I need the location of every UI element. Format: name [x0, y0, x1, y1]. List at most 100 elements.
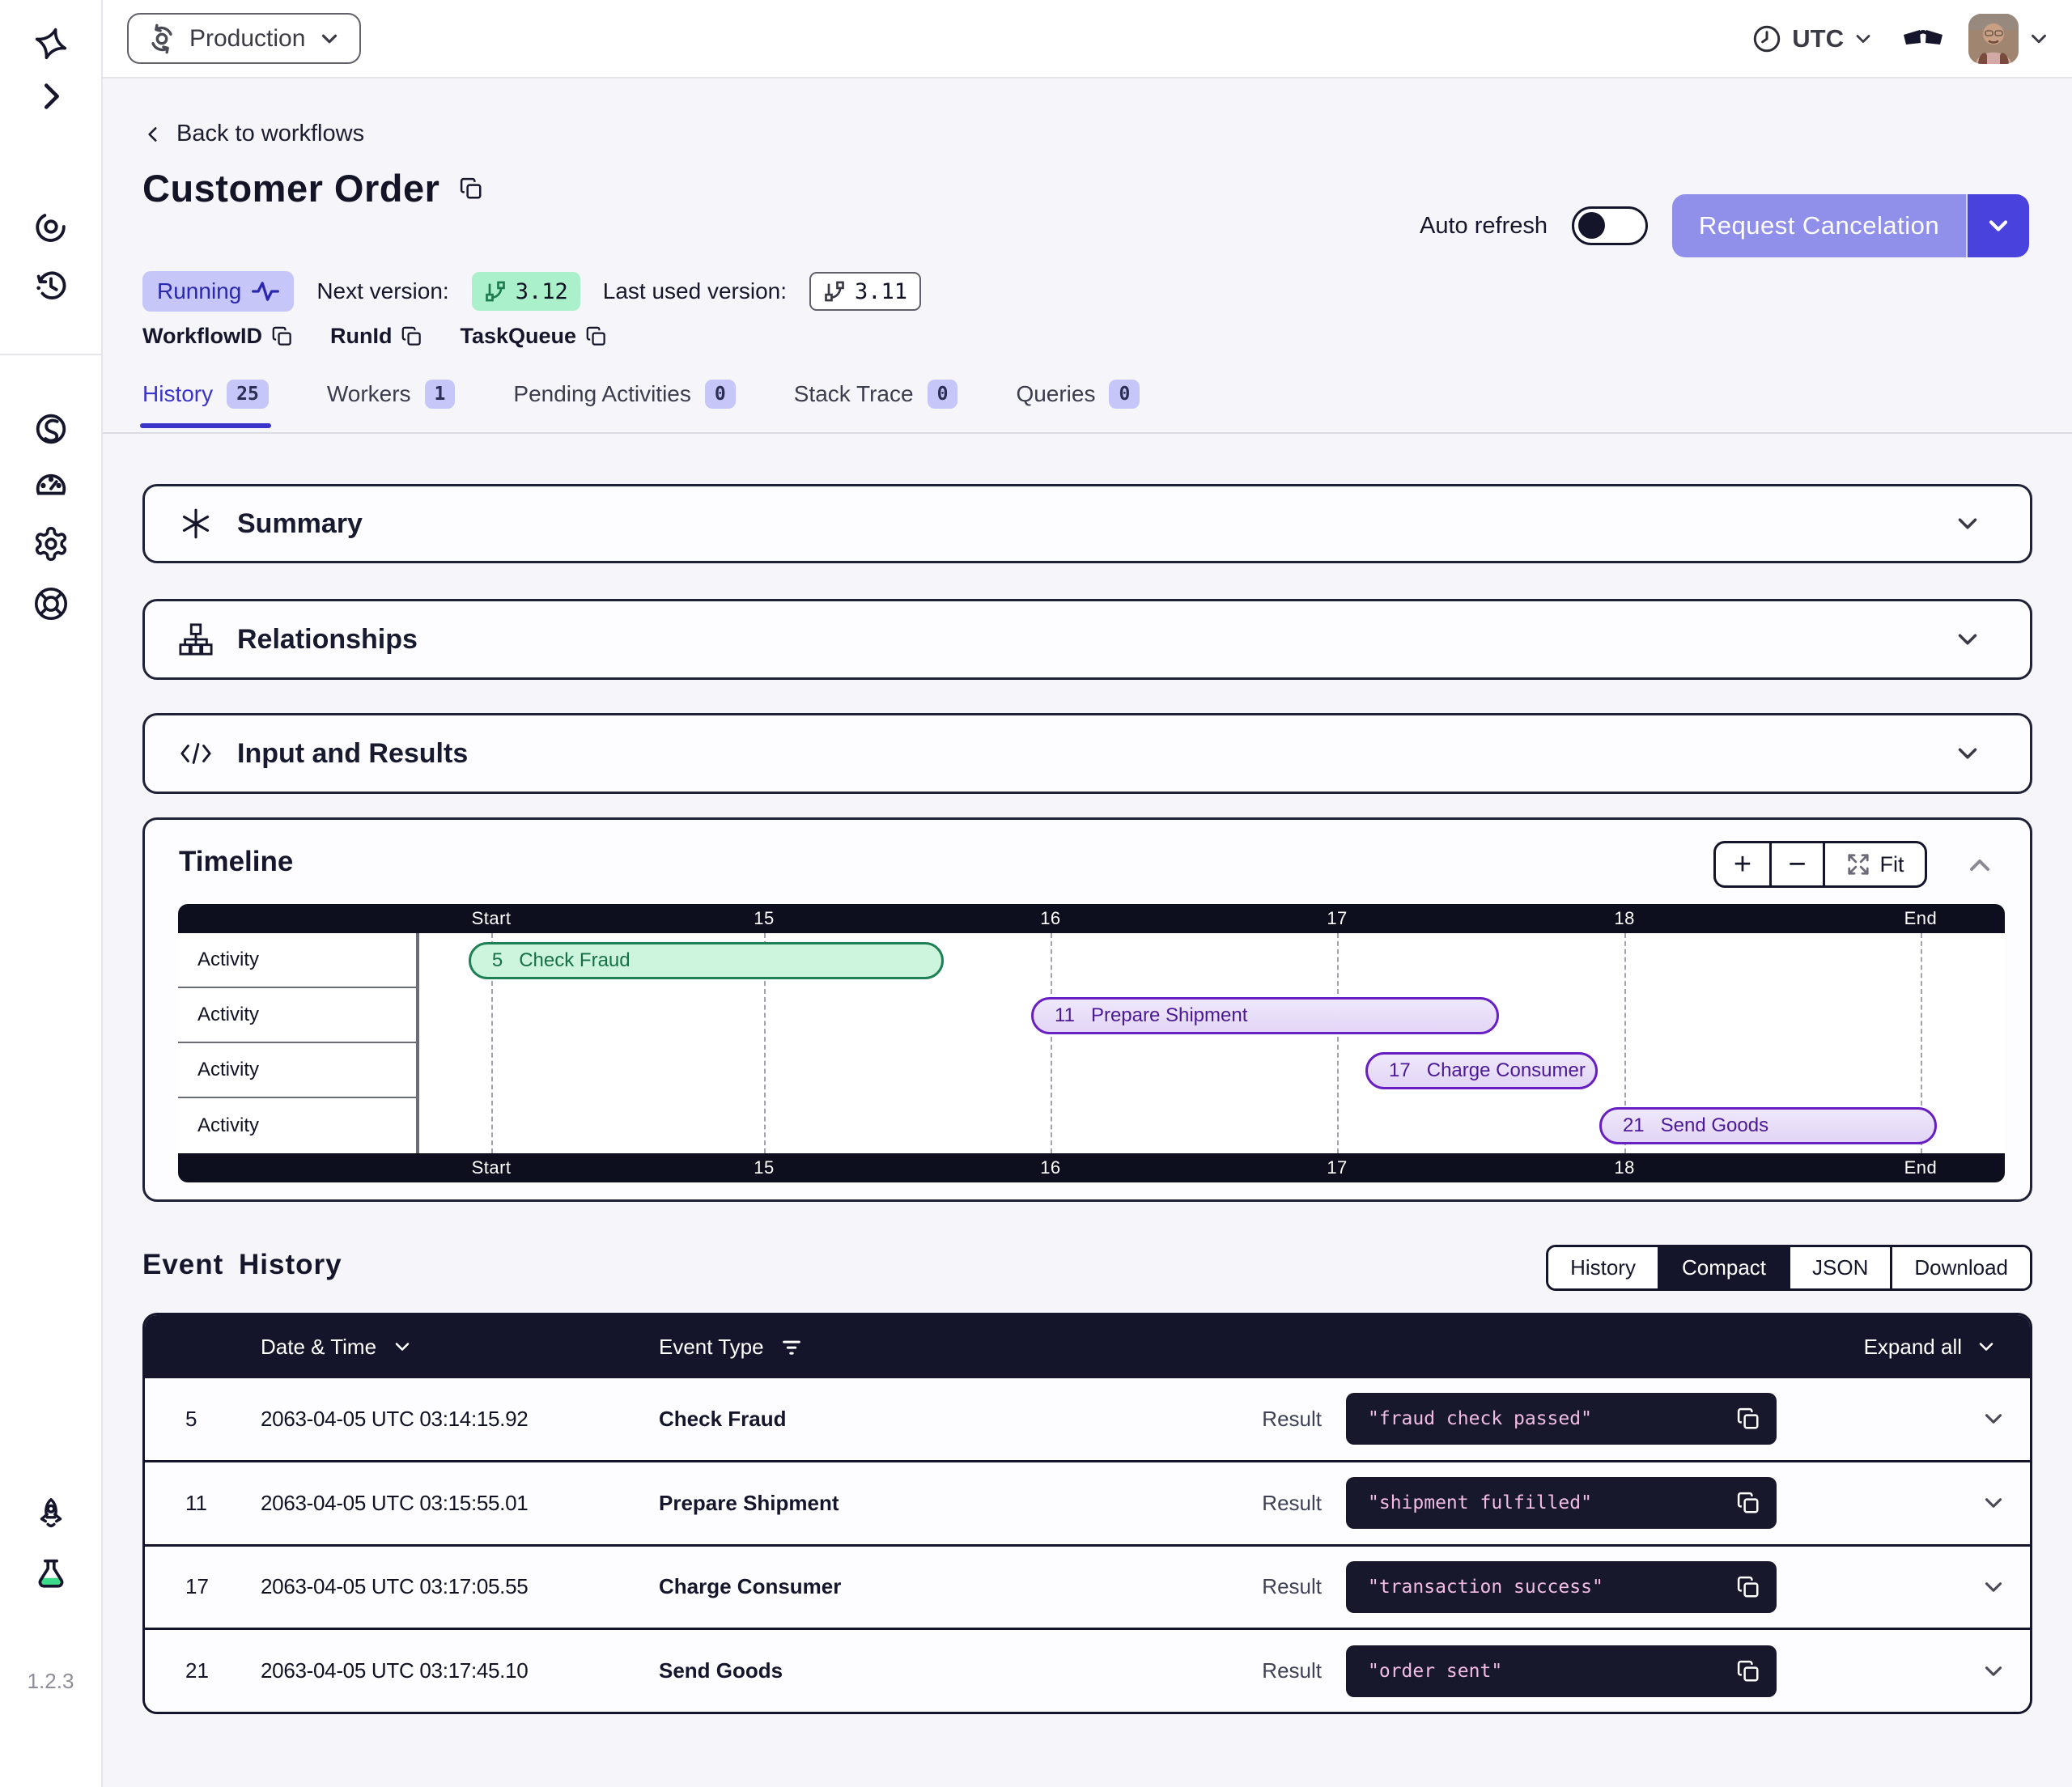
copy-run-id-icon[interactable]	[401, 325, 422, 347]
result-value-pill[interactable]: "transaction success"	[1346, 1561, 1777, 1613]
last-used-version-badge: 3.11	[809, 272, 921, 311]
column-date-time[interactable]: Date & Time	[261, 1335, 659, 1360]
copy-title-icon[interactable]	[459, 176, 483, 201]
copy-task-queue-icon[interactable]	[585, 325, 607, 347]
run-id-chip: RunId	[330, 324, 422, 349]
expand-all-button[interactable]: Expand all	[1864, 1335, 1998, 1360]
back-to-workflows-link[interactable]: Back to workflows	[142, 121, 364, 147]
relationships-section-card[interactable]: Relationships	[142, 599, 2032, 680]
account-chevron-icon[interactable]	[2027, 27, 2051, 51]
download-button[interactable]: Download	[1890, 1247, 2030, 1288]
chevron-down-icon[interactable]	[1952, 738, 1983, 769]
zoom-out-button[interactable]: −	[1769, 843, 1823, 885]
result-value-pill[interactable]: "order sent"	[1346, 1645, 1777, 1697]
timeline-row-label: Activity	[178, 1043, 416, 1098]
view-compact-button[interactable]: Compact	[1658, 1247, 1788, 1288]
back-link-label: Back to workflows	[176, 121, 364, 147]
result-value-pill[interactable]: "fraud check passed"	[1346, 1393, 1777, 1445]
asterisk-icon	[179, 507, 213, 541]
input-results-section-card[interactable]: Input and Results	[142, 713, 2032, 794]
tab-count-badge: 25	[227, 380, 269, 409]
labs-flask-icon[interactable]	[32, 1555, 70, 1592]
chevron-down-icon[interactable]	[1952, 508, 1983, 539]
bar-label: Check Fraud	[519, 949, 630, 972]
task-queue-label: TaskQueue	[460, 324, 576, 349]
chevron-down-icon[interactable]	[1952, 624, 1983, 655]
copy-workflow-id-icon[interactable]	[271, 325, 293, 347]
timezone-label[interactable]: UTC	[1792, 24, 1844, 53]
filter-icon[interactable]	[780, 1335, 803, 1358]
summary-section-card[interactable]: Summary	[142, 484, 2032, 563]
workflow-id-chips: WorkflowID RunId TaskQueue	[142, 324, 607, 349]
timeline-bar-prepare-shipment[interactable]: 11 Prepare Shipment	[1031, 997, 1499, 1034]
bar-event-id: 17	[1389, 1059, 1411, 1082]
tab-pending-activities[interactable]: Pending Activities 0	[513, 380, 735, 428]
timeline-section: Timeline + − Fit Start 15 16 17 18 End	[142, 817, 2032, 1202]
chevron-down-icon	[1984, 211, 2013, 240]
expand-row-chevron-icon[interactable]	[1777, 1405, 2030, 1433]
copy-result-icon[interactable]	[1736, 1659, 1760, 1683]
namespace-selector[interactable]: Production	[127, 13, 361, 64]
result-value-pill[interactable]: "shipment fulfilled"	[1346, 1477, 1777, 1529]
timeline-bar-send-goods[interactable]: 21 Send Goods	[1599, 1107, 1938, 1144]
expand-row-chevron-icon[interactable]	[1777, 1489, 2030, 1517]
next-version-badge: 3.12	[472, 272, 580, 311]
copy-result-icon[interactable]	[1736, 1575, 1760, 1599]
tab-queries[interactable]: Queries 0	[1016, 380, 1140, 428]
request-cancelation-button[interactable]: Request Cancelation	[1672, 194, 2029, 257]
expand-row-chevron-icon[interactable]	[1777, 1573, 2030, 1601]
timeline-bar-check-fraud[interactable]: 5 Check Fraud	[469, 942, 944, 979]
timezone-chevron-icon[interactable]	[1852, 28, 1875, 50]
tab-workers[interactable]: Workers 1	[327, 380, 456, 428]
namespace-swirl-icon[interactable]	[32, 410, 70, 448]
timeline-bar-charge-consumer[interactable]: 17 Charge Consumer	[1365, 1052, 1598, 1089]
glasses-icon[interactable]	[1902, 25, 1944, 53]
view-history-button[interactable]: History	[1548, 1247, 1658, 1288]
collapse-timeline-chevron-icon[interactable]	[1964, 849, 1996, 881]
result-value: "transaction success"	[1368, 1577, 1603, 1598]
view-json-button[interactable]: JSON	[1788, 1247, 1890, 1288]
cycle-icon	[146, 23, 177, 54]
schedules-history-icon[interactable]	[32, 267, 70, 304]
event-row-prepare-shipment[interactable]: 11 2063-04-05 UTC 03:15:55.01 Prepare Sh…	[145, 1460, 2030, 1544]
workflows-spiral-icon[interactable]	[32, 208, 70, 245]
event-id: 11	[185, 1491, 261, 1516]
sort-chevron-icon[interactable]	[391, 1335, 414, 1358]
event-row-send-goods[interactable]: 21 2063-04-05 UTC 03:17:45.10 Send Goods…	[145, 1628, 2030, 1712]
fit-label: Fit	[1880, 852, 1904, 877]
workflow-id-label: WorkflowID	[142, 324, 262, 349]
cancelation-menu-button[interactable]	[1966, 194, 2029, 257]
auto-refresh-toggle[interactable]	[1572, 206, 1648, 245]
page-title: Customer Order	[142, 166, 439, 210]
event-id: 5	[185, 1407, 261, 1432]
zoom-in-button[interactable]: +	[1716, 843, 1769, 885]
event-row-charge-consumer[interactable]: 17 2063-04-05 UTC 03:17:05.55 Charge Con…	[145, 1544, 2030, 1628]
expand-sidebar-chevron-icon[interactable]	[32, 78, 70, 115]
expand-row-chevron-icon[interactable]	[1777, 1658, 2030, 1685]
timeline-row-label: Activity	[178, 988, 416, 1043]
bar-label: Send Goods	[1661, 1114, 1768, 1137]
request-cancelation-label[interactable]: Request Cancelation	[1672, 194, 1966, 257]
expand-icon	[1846, 852, 1870, 877]
tab-label: Queries	[1016, 381, 1095, 407]
zoom-fit-button[interactable]: Fit	[1823, 843, 1925, 885]
timeline-chart: Start 15 16 17 18 End Activity Activity …	[178, 904, 2005, 1182]
support-lifebuoy-icon[interactable]	[32, 585, 70, 622]
axis-tick: End	[1904, 908, 1938, 929]
settings-gear-icon[interactable]	[32, 525, 70, 562]
tab-history[interactable]: History 25	[142, 380, 269, 428]
run-id-label: RunId	[330, 324, 392, 349]
copy-result-icon[interactable]	[1736, 1407, 1760, 1431]
copy-result-icon[interactable]	[1736, 1491, 1760, 1515]
result-value: "shipment fulfilled"	[1368, 1492, 1592, 1513]
rocket-icon[interactable]	[32, 1496, 70, 1533]
usage-gauge-icon[interactable]	[32, 466, 70, 503]
axis-tick: 15	[754, 908, 774, 929]
sparkle-nav-icon[interactable]	[32, 25, 70, 62]
timeline-row-label: Activity	[178, 933, 416, 988]
tab-stack-trace[interactable]: Stack Trace 0	[794, 380, 958, 428]
last-used-version-label: Last used version:	[603, 278, 787, 304]
event-row-check-fraud[interactable]: 5 2063-04-05 UTC 03:14:15.92 Check Fraud…	[145, 1378, 2030, 1460]
app-version: 1.2.3	[0, 1669, 101, 1694]
user-avatar[interactable]	[1968, 14, 2019, 64]
